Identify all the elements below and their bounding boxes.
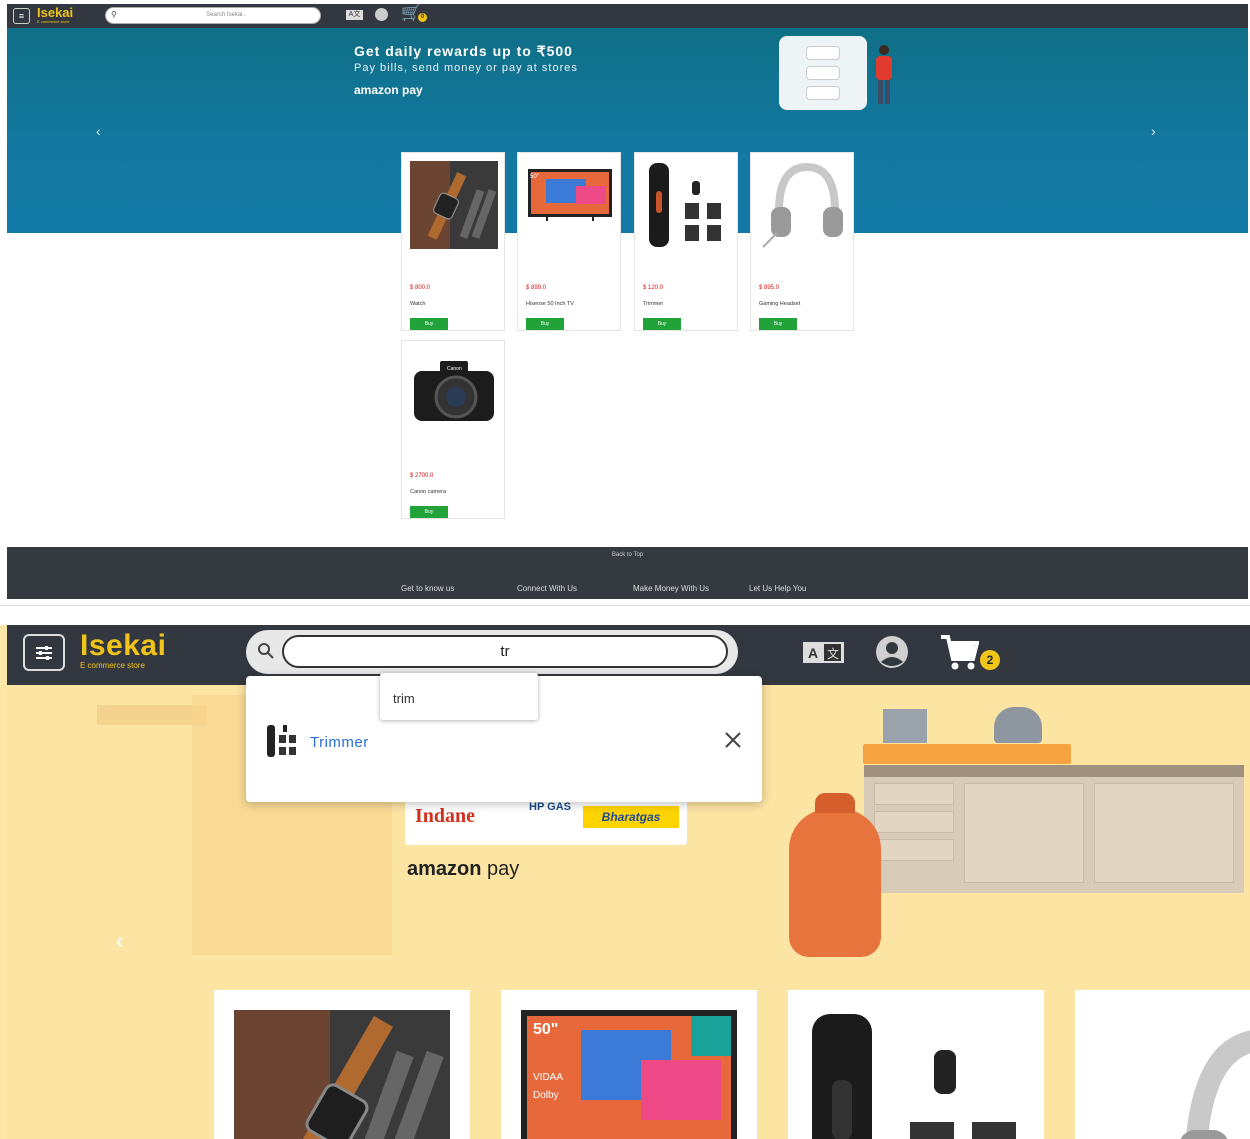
buy-button[interactable]: Buy [759, 318, 797, 330]
user-icon[interactable] [375, 8, 388, 21]
watch-image [234, 1010, 450, 1139]
wall-panel [97, 705, 207, 725]
carousel-prev-icon[interactable]: ‹ [116, 928, 123, 954]
product-price: $ 899.0 [526, 285, 547, 291]
translate-icon[interactable]: A 文 [803, 642, 844, 663]
svg-text:A: A [808, 645, 818, 661]
trimmer-image [649, 163, 721, 247]
buy-button[interactable]: Buy [526, 318, 564, 330]
hero-banner: Get daily rewards up to ₹500 Pay bills, … [7, 28, 1248, 233]
user-icon[interactable] [875, 635, 909, 669]
watch-image [410, 161, 498, 249]
cart-badge: 2 [980, 650, 1000, 670]
search-icon[interactable] [257, 642, 275, 660]
product-card: $ 800.0 Watch Buy [401, 152, 505, 331]
close-icon[interactable] [723, 730, 743, 750]
autocomplete-suggestion[interactable]: trim [380, 673, 538, 720]
suggestion-text: trim [393, 691, 415, 706]
pot-illustration [883, 709, 927, 743]
footer: Back to Top Get to know us Connect With … [7, 547, 1248, 599]
buy-button[interactable]: Buy [410, 318, 448, 330]
amazon-text: amazon [407, 858, 482, 880]
footer-link[interactable]: Connect With Us [517, 584, 577, 593]
stove-illustration [863, 744, 1071, 764]
search-bar [246, 630, 738, 674]
navbar: ≡ Isekai E commerce store ⚲ Search Iseka… [7, 4, 1248, 28]
search-bar[interactable]: ⚲ Search Isekai.. [105, 7, 321, 24]
carousel-prev-icon[interactable]: ‹ [96, 123, 101, 139]
product-name: Trimmer [643, 301, 664, 307]
search-results-dropdown: trim Trimmer [246, 673, 762, 802]
footer-link[interactable]: Make Money With Us [633, 584, 709, 593]
search-input[interactable] [282, 635, 728, 668]
svg-text:50": 50" [530, 174, 539, 180]
product-price: $ 895.0 [759, 285, 780, 291]
kitchen-counter [864, 765, 1244, 893]
screenshot-search-zoom: Indane HP GAS Bharatgas amazon pay ‹ 50"… [0, 625, 1250, 1139]
buy-button[interactable]: Buy [410, 506, 448, 518]
search-result-link[interactable]: Trimmer [310, 734, 369, 751]
indane-logo: Indane [415, 805, 476, 827]
logo-subtitle: E commerce store [80, 661, 145, 670]
product-card: 50" $ 899.0 Hisense 50 Inch TV Buy [517, 152, 621, 331]
back-to-top-link[interactable]: Back to Top [7, 552, 1248, 558]
product-price: $ 800.0 [410, 285, 431, 291]
product-card [214, 990, 470, 1139]
kettle-illustration [994, 707, 1042, 743]
svg-text:Dolby: Dolby [533, 1090, 559, 1101]
phone-illustration [779, 36, 867, 110]
translate-icon[interactable]: A文 [346, 10, 363, 20]
product-card: $ 895.0 Gaming Headset Buy [750, 152, 854, 331]
gas-cylinder-illustration [789, 793, 881, 957]
pay-text: pay [487, 858, 520, 880]
banner-subline: Pay bills, send money or pay at stores [354, 62, 578, 74]
footer-link[interactable]: Get to know us [401, 584, 454, 593]
person-illustration [876, 45, 892, 104]
trimmer-image [812, 1014, 1016, 1139]
headset-image [762, 162, 843, 248]
headset-image [1180, 1030, 1250, 1139]
product-card: $ 120.0 Trimmer Buy [634, 152, 738, 331]
cart-icon[interactable] [939, 633, 979, 671]
menu-icon[interactable]: ≡ [13, 8, 30, 24]
sliders-icon [36, 646, 52, 660]
product-price: $ 120.0 [643, 285, 664, 291]
product-price: $ 2700.0 [410, 473, 434, 479]
screenshot-desktop: ≡ Isekai E commerce store ⚲ Search Iseka… [0, 0, 1250, 606]
amazon-pay-logo: amazon pay [407, 858, 519, 881]
product-name: Canon camera [410, 489, 447, 495]
svg-text:VIDAA: VIDAA [533, 1072, 563, 1083]
tv-image: 50" [528, 169, 612, 221]
product-card: 50" VIDAA Dolby UHD 4K [501, 990, 757, 1139]
footer-link[interactable]: Let Us Help You [749, 584, 806, 593]
banner-brand: amazon pay [354, 83, 423, 97]
menu-button[interactable] [23, 634, 65, 671]
search-placeholder: Search Isekai.. [206, 12, 246, 18]
buy-button[interactable]: Buy [643, 318, 681, 330]
svg-text:Canon: Canon [447, 366, 462, 372]
gas-logos: Indane HP GAS Bharatgas [405, 797, 687, 845]
cart-badge: 0 [418, 13, 427, 22]
carousel-next-icon[interactable]: › [1151, 123, 1156, 139]
logo-subtitle: E commerce store [37, 19, 70, 24]
product-card [788, 990, 1044, 1139]
tv-image: 50" VIDAA Dolby UHD 4K [521, 1010, 737, 1139]
logo[interactable]: Isekai E commerce store [80, 631, 166, 671]
product-name: Gaming Headset [759, 301, 801, 307]
svg-text:50": 50" [533, 1021, 558, 1038]
product-name: Hisense 50 Inch TV [526, 301, 574, 307]
logo-text: Isekai [37, 5, 74, 20]
banner-headline: Get daily rewards up to ₹500 [354, 43, 573, 59]
search-icon: ⚲ [111, 10, 117, 19]
svg-text:文: 文 [827, 646, 839, 661]
trimmer-thumbnail-icon [267, 725, 296, 757]
logo-text: Isekai [80, 629, 167, 662]
logo[interactable]: Isekai E commerce store [37, 6, 73, 24]
bharatgas-logo: Bharatgas [583, 806, 679, 828]
product-name: Watch [410, 301, 426, 307]
hp-gas-logo: HP GAS [529, 801, 571, 813]
product-card: Canon $ 2700.0 Canon camera Buy [401, 340, 505, 519]
product-card [1075, 990, 1250, 1139]
camera-image: Canon [414, 361, 494, 421]
